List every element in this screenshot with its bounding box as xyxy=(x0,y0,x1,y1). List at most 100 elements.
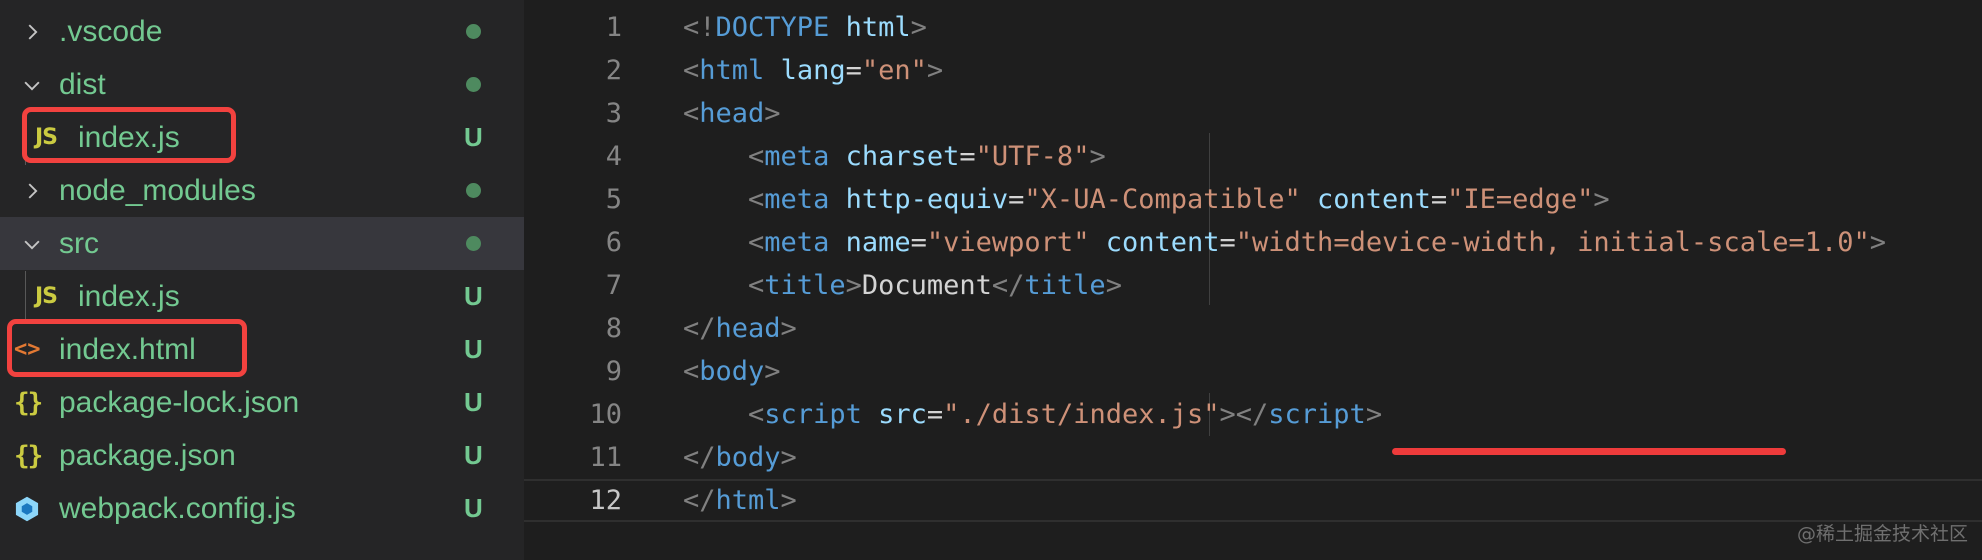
code-token: < xyxy=(748,184,765,215)
code-token: = xyxy=(910,227,927,258)
code-text: <script src="./dist/index.js"></script> xyxy=(683,393,1382,436)
chevron-right-icon xyxy=(16,5,48,58)
code-token: content xyxy=(1105,227,1220,258)
code-line[interactable]: 7 <title>Document</title> xyxy=(524,264,1982,307)
code-token: meta xyxy=(764,227,830,258)
tree-item-package-lock-json[interactable]: {} package-lock.json U xyxy=(0,376,524,429)
tree-item-label: index.js xyxy=(78,280,180,313)
code-token: > xyxy=(1869,227,1887,258)
untracked-badge: U xyxy=(464,122,483,152)
line-number: 11 xyxy=(589,442,622,473)
tree-item-webpack-config-js[interactable]: webpack.config.js U xyxy=(0,482,524,535)
code-token: > xyxy=(780,442,797,473)
code-line[interactable]: 11 </body> xyxy=(524,436,1982,479)
tree-item-label: src xyxy=(59,227,99,260)
code-line[interactable]: 5 <meta http-equiv="X-UA-Compatible" con… xyxy=(524,178,1982,221)
code-line[interactable]: 6 <meta name="viewport" content="width=d… xyxy=(524,221,1982,264)
tree-item-label: dist xyxy=(59,68,106,101)
code-line[interactable]: 12 </html> xyxy=(524,479,1982,522)
code-token: > xyxy=(780,313,797,344)
tree-item-src[interactable]: src xyxy=(0,217,524,270)
code-token: "width=device-width, initial-scale=1.0" xyxy=(1235,227,1870,258)
code-token: html xyxy=(845,12,911,43)
code-text: <meta name="viewport" content="width=dev… xyxy=(683,221,1886,264)
code-token: > xyxy=(764,98,781,129)
code-token: meta xyxy=(764,141,830,172)
code-line[interactable]: 4 <meta charset="UTF-8"> xyxy=(524,135,1982,178)
code-editor[interactable]: 1 <!DOCTYPE html> 2 <html lang="en"> 3 <head>… xyxy=(524,0,1982,560)
highlight-box-dist-index-js xyxy=(22,107,236,163)
code-token: </ xyxy=(683,485,716,516)
modified-dot-icon xyxy=(466,236,481,251)
code-token: "IE=edge" xyxy=(1447,184,1594,215)
tree-item-package-json[interactable]: {} package.json U xyxy=(0,429,524,482)
code-text: </head> xyxy=(683,307,797,350)
code-line[interactable]: 3 <head> xyxy=(524,92,1982,135)
line-number: 10 xyxy=(589,399,622,430)
code-token: </ xyxy=(683,313,716,344)
code-token: < xyxy=(683,55,700,86)
watermark: @稀土掘金技术社区 xyxy=(1796,523,1968,545)
code-token: = xyxy=(926,399,944,430)
untracked-badge: U xyxy=(464,281,483,311)
tree-item-label: package.json xyxy=(59,439,236,472)
code-token: = xyxy=(1430,184,1448,215)
code-token: < xyxy=(748,270,765,301)
code-token: head xyxy=(715,313,781,344)
code-token: </ xyxy=(991,270,1025,301)
code-token: </ xyxy=(683,442,716,473)
code-token: "viewport" xyxy=(926,227,1090,258)
code-token: body xyxy=(715,442,781,473)
tree-item-dist[interactable]: dist xyxy=(0,58,524,111)
code-token: > xyxy=(926,55,944,86)
line-number: 9 xyxy=(605,356,622,387)
code-text: <meta charset="UTF-8"> xyxy=(683,135,1106,178)
code-token: http-equiv xyxy=(845,184,1009,215)
line-number: 5 xyxy=(605,184,622,215)
code-token: > xyxy=(845,270,862,301)
code-line[interactable]: 2 <html lang="en"> xyxy=(524,49,1982,92)
line-number: 12 xyxy=(589,485,622,516)
chevron-right-icon xyxy=(16,164,48,217)
code-text: <head> xyxy=(683,92,781,135)
code-text: <html lang="en"> xyxy=(683,49,943,92)
code-token: "./dist/index.js" xyxy=(943,399,1220,430)
code-line[interactable]: 8 </head> xyxy=(524,307,1982,350)
code-token: html xyxy=(699,55,765,86)
code-token: content xyxy=(1317,184,1431,215)
js-file-icon: JS xyxy=(35,284,58,309)
code-token: < xyxy=(748,141,765,172)
code-token: html xyxy=(715,485,781,516)
code-token: = xyxy=(1008,184,1025,215)
code-token: > xyxy=(1089,141,1106,172)
code-token: <! xyxy=(683,12,716,43)
modified-dot-icon xyxy=(466,24,481,39)
code-token: head xyxy=(699,98,765,129)
code-line[interactable]: 1 <!DOCTYPE html> xyxy=(524,6,1982,49)
code-token: script xyxy=(764,399,862,430)
code-token: "UTF-8" xyxy=(975,141,1090,172)
code-token: DOCTYPE xyxy=(715,12,830,43)
tree-item-label: package-lock.json xyxy=(59,386,300,419)
tree-item-src-index-js[interactable]: JS index.js U xyxy=(0,270,524,323)
code-line[interactable]: 10 <script src="./dist/index.js"></scrip… xyxy=(524,393,1982,436)
untracked-badge: U xyxy=(464,493,483,523)
line-number: 7 xyxy=(605,270,622,301)
tree-item-node-modules[interactable]: node_modules xyxy=(0,164,524,217)
line-number: 8 xyxy=(605,313,622,344)
code-text: <title>Document</title> xyxy=(683,264,1122,307)
tree-item-label: .vscode xyxy=(59,15,163,48)
tree-item-vscode[interactable]: .vscode xyxy=(0,5,524,58)
code-line[interactable]: 9 <body> xyxy=(524,350,1982,393)
code-token: name xyxy=(845,227,911,258)
code-token: > xyxy=(910,12,927,43)
